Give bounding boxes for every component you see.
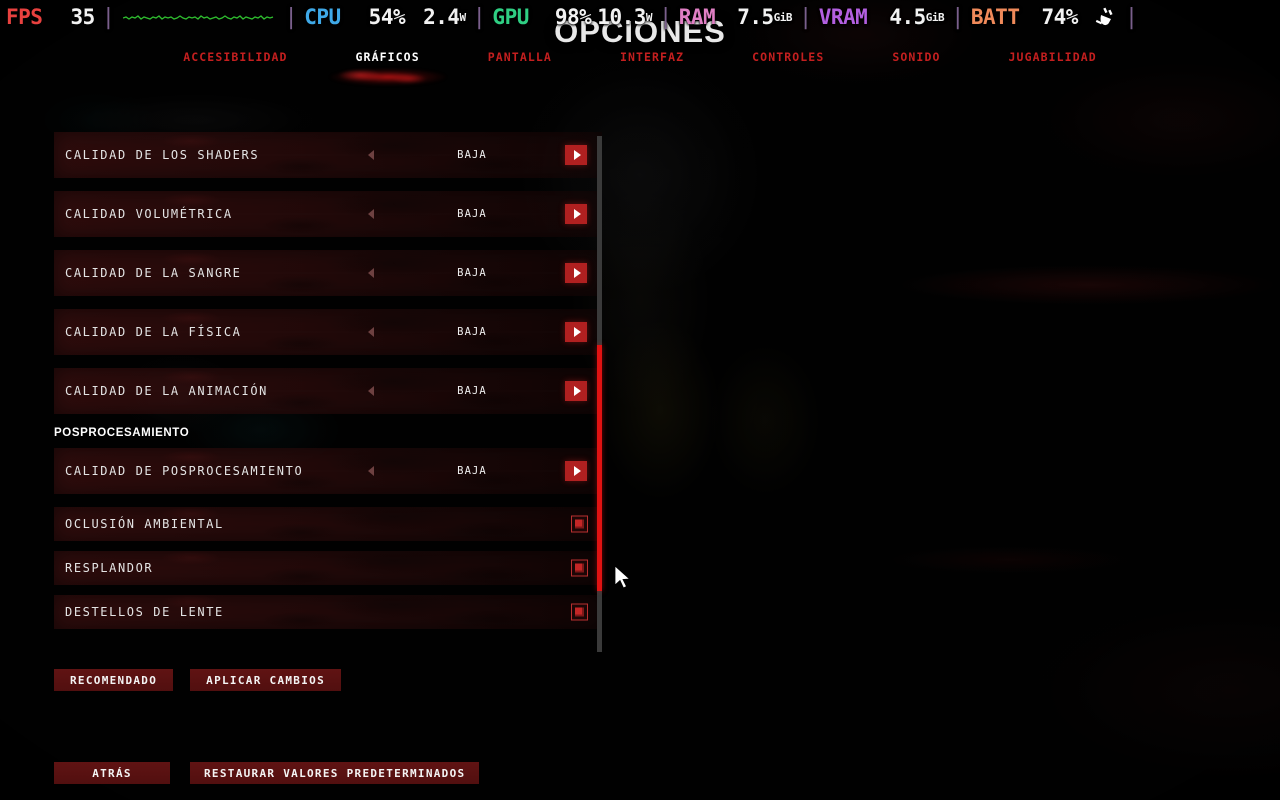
vram-value: 4.5 <box>889 5 926 29</box>
checkbox-lens-flare[interactable] <box>571 603 588 621</box>
restore-defaults-button[interactable]: RESTAURAR VALORES PREDETERMINADOS <box>190 762 480 784</box>
setting-row-animation-quality[interactable]: CALIDAD DE LA ANIMACIÓN BAJA <box>54 368 602 414</box>
stepper-control: BAJA <box>342 448 602 494</box>
recommended-button[interactable]: RECOMENDADO <box>54 669 174 691</box>
gpu-label: GPU <box>492 5 529 29</box>
ram-value: 7.5 <box>737 5 774 29</box>
chevron-right-icon[interactable] <box>565 263 587 283</box>
section-header-posprocesamiento: POSPROCESAMIENTO <box>54 427 190 439</box>
tab-sonido[interactable]: SONIDO <box>858 50 974 64</box>
footer-button-group: ATRÁS RESTAURAR VALORES PREDETERMINADOS <box>54 762 480 784</box>
overlay-separator-6: | <box>951 4 964 30</box>
stepper-control: BAJA <box>342 368 602 414</box>
setting-value: BAJA <box>457 326 487 338</box>
setting-label: CALIDAD DE LA FÍSICA <box>65 325 242 339</box>
vram-label: VRAM <box>818 5 868 29</box>
fps-sparkline-graph <box>123 7 275 27</box>
cpu-watts-value: 2.4 <box>423 5 460 29</box>
checkbox-ambient-occlusion[interactable] <box>571 515 588 533</box>
chevron-right-icon[interactable] <box>565 204 587 224</box>
battery-label: BATT <box>970 5 1020 29</box>
fps-label: FPS <box>6 5 43 29</box>
tab-controles[interactable]: CONTROLES <box>718 50 858 64</box>
setting-label: CALIDAD DE LA ANIMACIÓN <box>65 384 268 398</box>
stepper-control: BAJA <box>342 250 602 296</box>
setting-label: CALIDAD DE POSPROCESAMIENTO <box>65 464 304 478</box>
cpu-label: CPU <box>304 5 341 29</box>
setting-value: BAJA <box>457 208 487 220</box>
overlay-separator-5: | <box>799 4 812 30</box>
stepper-control: BAJA <box>342 191 602 237</box>
setting-row-shader-quality[interactable]: CALIDAD DE LOS SHADERS BAJA <box>54 132 602 178</box>
settings-list: CALIDAD DE LOS SHADERS BAJA CALIDAD VOLU… <box>54 132 602 654</box>
chevron-right-icon[interactable] <box>565 322 587 342</box>
gpu-percent-value: 98% <box>554 5 592 29</box>
setting-row-blood-quality[interactable]: CALIDAD DE LA SANGRE BAJA <box>54 250 602 296</box>
overlay-separator-3: | <box>472 4 486 30</box>
setting-label: DESTELLOS DE LENTE <box>65 605 224 619</box>
cpu-watts-unit: W <box>459 10 467 24</box>
ram-label: RAM <box>678 5 716 29</box>
setting-label: CALIDAD VOLUMÉTRICA <box>65 207 233 221</box>
power-plug-icon <box>1094 6 1118 28</box>
back-button[interactable]: ATRÁS <box>54 762 170 784</box>
tab-jugabilidad[interactable]: JUGABILIDAD <box>975 50 1131 64</box>
settings-tab-bar: ACCESIBILIDAD GRÁFICOS PANTALLA INTERFAZ… <box>0 50 1280 64</box>
vertical-scrollbar-track[interactable] <box>597 136 602 652</box>
ram-unit: GiB <box>773 10 793 24</box>
action-button-group: RECOMENDADO APLICAR CAMBIOS <box>54 669 341 691</box>
vram-unit: GiB <box>925 10 945 24</box>
game-options-screen: FPS 35 | | CPU 54% 2.4 W | GPU 98% 10.3 W … <box>0 0 1280 800</box>
gpu-watts-value: 10.3 <box>597 5 646 29</box>
fps-value: 35 <box>70 5 95 29</box>
chevron-right-icon[interactable] <box>565 381 587 401</box>
tab-pantalla[interactable]: PANTALLA <box>454 50 586 64</box>
tab-accesibilidad[interactable]: ACCESIBILIDAD <box>149 50 321 64</box>
overlay-separator-4: | <box>659 4 672 30</box>
tab-graficos[interactable]: GRÁFICOS <box>322 50 454 64</box>
setting-value: BAJA <box>457 385 487 397</box>
chevron-right-icon[interactable] <box>565 145 587 165</box>
overlay-separator-2: | <box>284 4 298 30</box>
setting-value: BAJA <box>457 267 487 279</box>
stepper-control: BAJA <box>342 132 602 178</box>
battery-value: 74% <box>1041 5 1078 29</box>
overlay-separator-1: | <box>101 4 115 30</box>
setting-value: BAJA <box>457 465 487 477</box>
apply-changes-button[interactable]: APLICAR CAMBIOS <box>190 669 341 691</box>
setting-row-volumetric-quality[interactable]: CALIDAD VOLUMÉTRICA BAJA <box>54 191 602 237</box>
setting-row-postprocessing-quality[interactable]: CALIDAD DE POSPROCESAMIENTO BAJA <box>54 448 602 494</box>
performance-overlay: FPS 35 | | CPU 54% 2.4 W | GPU 98% 10.3 W … <box>0 0 1280 34</box>
chevron-right-icon[interactable] <box>565 461 587 481</box>
tab-interfaz[interactable]: INTERFAZ <box>586 50 718 64</box>
setting-row-physics-quality[interactable]: CALIDAD DE LA FÍSICA BAJA <box>54 309 602 355</box>
cpu-percent-value: 54% <box>368 5 406 29</box>
setting-row-ambient-occlusion[interactable]: OCLUSIÓN AMBIENTAL <box>54 507 602 541</box>
setting-row-lens-flare[interactable]: DESTELLOS DE LENTE <box>54 595 602 629</box>
setting-label: CALIDAD DE LOS SHADERS <box>65 148 260 162</box>
overlay-separator-7: | <box>1124 4 1138 30</box>
gpu-watts-unit: W <box>645 10 653 24</box>
setting-row-bloom[interactable]: RESPLANDOR <box>54 551 602 585</box>
setting-value: BAJA <box>457 149 487 161</box>
setting-label: OCLUSIÓN AMBIENTAL <box>65 517 224 531</box>
vertical-scrollbar-thumb[interactable] <box>597 345 602 591</box>
setting-label: RESPLANDOR <box>65 561 154 575</box>
stepper-control: BAJA <box>342 309 602 355</box>
setting-label: CALIDAD DE LA SANGRE <box>65 266 242 280</box>
checkbox-bloom[interactable] <box>571 559 588 577</box>
